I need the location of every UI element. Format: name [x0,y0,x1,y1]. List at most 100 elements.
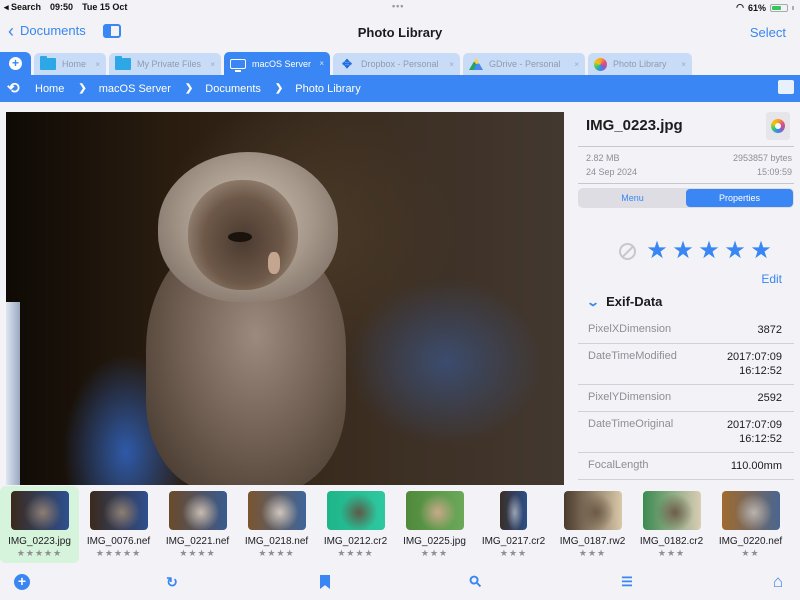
close-tab-icon[interactable]: × [574,60,579,69]
thumbnail-name: IMG_0187.rw2 [559,536,626,547]
divider [578,183,794,184]
star-icon[interactable]: ★ [698,239,720,263]
close-tab-icon[interactable]: × [319,59,324,68]
battery-percent: 61% [747,2,766,13]
thumbnail-item[interactable]: IMG_0218.nef ★★★★ [237,486,316,563]
rating-control: ★ ★ ★ ★ ★ [578,239,794,263]
thumbnail-rating: ★★★ [420,548,449,558]
status-bar: ◂ Search 09:50 Tue 15 Oct ••• ◠ 61% [0,0,800,14]
bookmark-icon[interactable] [317,574,333,590]
close-tab-icon[interactable]: × [449,60,454,69]
breadcrumb-macos-server[interactable]: macOS Server [99,83,171,95]
thumbnail-rating: ★★★★ [337,548,374,558]
page-title: Photo Library [357,25,443,40]
image-viewer[interactable] [6,112,564,485]
status-date: Tue 15 Oct [82,2,128,12]
exif-value: 2017:07:09 16:12:52 [726,419,782,445]
thumbnail-rating: ★★★ [578,548,607,558]
thumbnail-strip: IMG_0223.jpg ★★★★★ IMG_0076.nef ★★★★★ IMG_02… [0,486,800,564]
select-button[interactable]: Select [750,25,786,40]
thumbnail-name: IMG_0221.nef [165,536,230,547]
thumbnail-image [89,491,148,530]
thumbnail-image [326,491,385,530]
history-icon[interactable]: ⟲ [7,80,23,97]
tab-gdrive-personal[interactable]: GDrive - Personal × [463,53,585,75]
breadcrumb: ⟲ Home ❯ macOS Server ❯ Documents ❯ Phot… [0,75,800,102]
thumbnail-item[interactable]: IMG_0217.cr2 ★★★ [474,486,553,563]
thumbnail-item[interactable]: IMG_0221.nef ★★★★ [158,486,237,563]
thumbnail-name: IMG_0220.nef [718,536,783,547]
thumbnail-image [405,491,464,530]
thumbnail-item[interactable]: IMG_0223.jpg ★★★★★ [0,486,79,563]
folder-icon [115,56,131,70]
exif-key: FocalLength [588,459,649,471]
new-tab-button[interactable]: + [0,52,31,75]
thumbnail-rating: ★★ [741,548,760,558]
thumbnail-item[interactable]: IMG_0182.cr2 ★★★ [632,486,711,563]
chevron-right-icon: ❯ [184,83,194,94]
home-icon[interactable]: ⌂ [770,573,786,590]
thumbnail-item[interactable]: IMG_0225.jpg ★★★ [395,486,474,563]
edit-button[interactable]: Edit [578,272,794,286]
tab-bar: + Home × My Private Files × macOS Server… [0,52,800,75]
search-icon[interactable]: ⚲ [465,571,488,594]
thumbnail-item[interactable]: IMG_0212.cr2 ★★★★ [316,486,395,563]
exif-key: DateTimeModified [588,350,677,362]
thumbnail-item[interactable]: IMG_0220.nef ★★ [711,486,790,563]
breadcrumb-documents[interactable]: Documents [205,83,261,95]
exif-value: 3872 [757,324,782,336]
thumbnail-image [500,491,527,530]
photos-icon [771,119,785,133]
exif-row: FocalLength 110.00mm [578,453,794,480]
segment-menu[interactable]: Menu [579,189,686,207]
close-tab-icon[interactable]: × [681,60,686,69]
owl-eye [228,232,252,242]
thumbnail-name: IMG_0223.jpg [8,536,71,547]
owl-beak [268,252,280,274]
sort-list-icon[interactable]: ☰ [619,574,635,590]
thumbnail-rating: ★★★★ [179,548,216,558]
star-icon[interactable]: ★ [672,239,694,263]
reload-icon[interactable]: ↻ [164,574,180,590]
dropbox-icon: ✥ [341,57,353,71]
thumbnail-rating: ★★★★★ [16,548,63,558]
thumbnail-name: IMG_0225.jpg [403,536,466,547]
tab-home[interactable]: Home × [34,53,106,75]
tab-photo-library[interactable]: Photo Library × [588,53,692,75]
network-folder-icon[interactable] [778,80,794,94]
gdrive-icon [469,58,483,70]
chevron-right-icon: ❯ [274,83,284,94]
star-icon[interactable]: ★ [750,239,772,263]
close-tab-icon[interactable]: × [210,60,215,69]
tab-macos-server[interactable]: macOS Server × [224,52,330,75]
tab-dropbox-personal[interactable]: ✥ Dropbox - Personal × [333,53,460,75]
exif-section-header[interactable]: ⌄ Exif-Data [585,294,794,309]
close-tab-icon[interactable]: × [95,60,100,69]
exif-value: 2017:07:09 16:12:52 [726,351,782,377]
back-to-app-link[interactable]: ◂ Search [4,2,41,13]
photos-icon [594,57,607,71]
plus-icon: + [9,57,22,70]
tab-my-private-files[interactable]: My Private Files × [109,53,221,75]
thumbnail-item[interactable]: IMG_0187.rw2 ★★★ [553,486,632,563]
exif-row: PixelYDimension 2592 [578,385,794,412]
thumbnail-image [10,491,69,530]
thumbnail-name: IMG_0217.cr2 [481,536,546,547]
star-icon[interactable]: ★ [724,239,746,263]
thumbnail-item[interactable]: IMG_0076.nef ★★★★★ [79,486,158,563]
breadcrumb-home[interactable]: Home [35,83,64,95]
thumbnail-rating: ★★★ [657,548,686,558]
thumbnail-name: IMG_0212.cr2 [323,536,388,547]
exif-value: 2592 [757,392,782,404]
multitasking-dots[interactable]: ••• [392,1,404,11]
breadcrumb-photo-library[interactable]: Photo Library [295,83,360,95]
exif-title: Exif-Data [606,294,663,309]
chevron-down-icon: ⌄ [585,294,601,309]
file-time: 15:09:59 [756,167,792,177]
star-icon[interactable]: ★ [646,239,668,263]
info-panel: IMG_0223.jpg 2.82 MB 2953857 bytes 24 Se… [578,112,794,480]
clear-rating-icon[interactable] [619,242,636,260]
segment-properties[interactable]: Properties [686,189,793,207]
add-icon[interactable]: + [14,574,30,590]
thumbnail-rating: ★★★★ [258,548,295,558]
